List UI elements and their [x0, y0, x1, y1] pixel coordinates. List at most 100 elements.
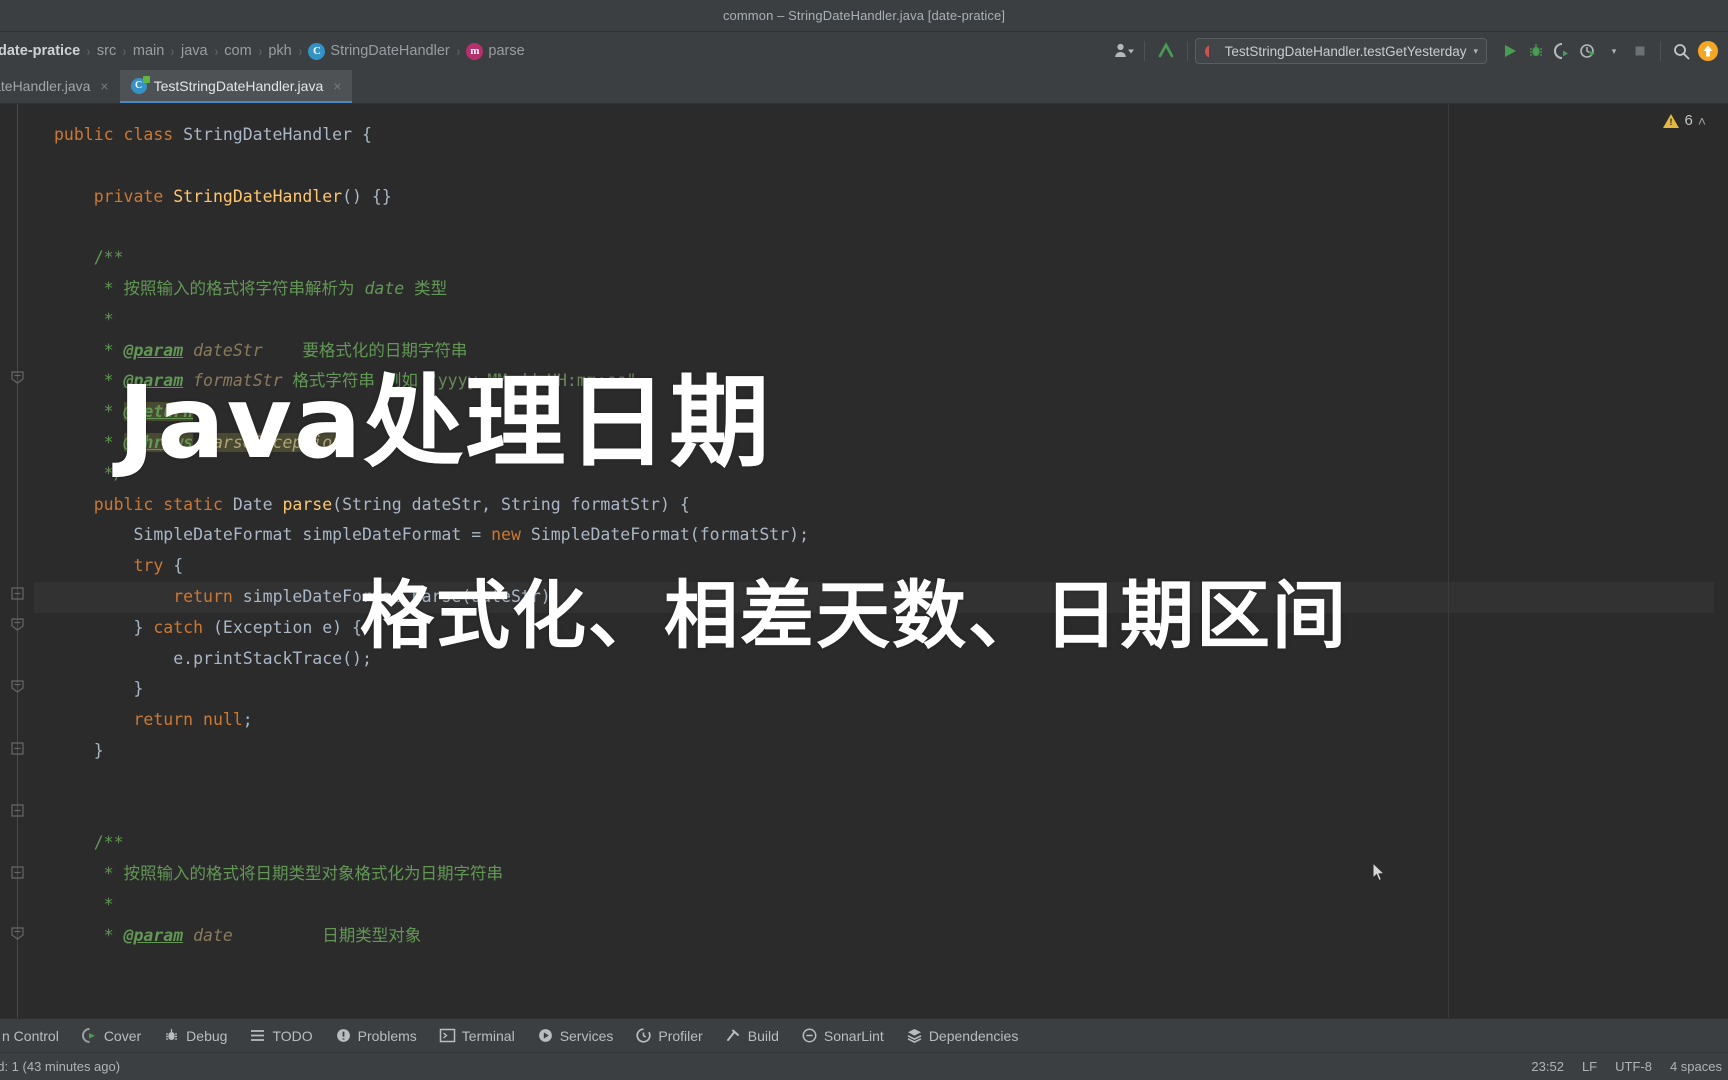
breadcrumb-label: parse	[488, 43, 524, 59]
updates-available-icon[interactable]	[1694, 38, 1722, 64]
chevron-down-icon: ▾	[1473, 46, 1478, 57]
code-line: * 按照输入的格式将日期类型对象格式化为日期字符串	[34, 859, 1728, 890]
fold-marker-icon[interactable]	[10, 586, 25, 601]
class-icon: C	[308, 43, 325, 60]
fold-marker-icon[interactable]	[10, 370, 25, 385]
breadcrumb-item-src[interactable]: src	[91, 43, 122, 59]
code-line: *	[34, 305, 1728, 336]
mouse-cursor-icon	[1372, 862, 1386, 884]
tool-window-problems[interactable]: Problems	[324, 1019, 428, 1052]
code-line: /**	[34, 828, 1728, 859]
breadcrumb-separator: ›	[258, 43, 261, 59]
breadcrumb-item-project[interactable]: date-pratice	[0, 43, 86, 59]
tool-window-label: Terminal	[462, 1028, 515, 1044]
code-line: }	[34, 736, 1728, 767]
breadcrumb-label: date-pratice	[0, 43, 80, 59]
tool-window-version-control[interactable]: n Control	[0, 1019, 70, 1052]
tool-window-profiler[interactable]: Profiler	[624, 1019, 713, 1052]
breadcrumb-item-class[interactable]: C StringDateHandler	[302, 43, 455, 60]
editor-scrollbar[interactable]	[1714, 104, 1728, 1018]
coverage-icon	[81, 1027, 98, 1044]
inspection-widget[interactable]: 6 ˄	[1663, 112, 1706, 129]
code-line: *	[34, 890, 1728, 921]
editor-tab-datehandler[interactable]: DateHandler.java ×	[0, 70, 120, 103]
breadcrumb-item-pkh[interactable]: pkh	[262, 43, 297, 59]
hammer-icon	[725, 1027, 742, 1044]
breadcrumb-label: StringDateHandler	[330, 43, 449, 59]
tool-window-todo[interactable]: TODO	[238, 1019, 323, 1052]
tab-label: TestStringDateHandler.java	[154, 78, 324, 94]
run-with-coverage-button[interactable]	[1549, 38, 1575, 64]
fold-marker-icon[interactable]	[10, 617, 25, 632]
tool-window-dependencies[interactable]: Dependencies	[895, 1019, 1030, 1052]
profile-button[interactable]	[1575, 38, 1601, 64]
code-line	[34, 151, 1728, 182]
code-line: return null;	[34, 705, 1728, 736]
close-icon[interactable]: ×	[100, 78, 108, 94]
vcs-update-icon[interactable]	[1152, 38, 1180, 64]
breadcrumb-item-java[interactable]: java	[175, 43, 214, 59]
breadcrumb-item-main[interactable]: main	[127, 43, 170, 59]
indent-setting[interactable]: 4 spaces	[1670, 1059, 1722, 1074]
tool-window-bar: n Control Cover Debug TODO Problems	[0, 1018, 1728, 1052]
code-line	[34, 212, 1728, 243]
run-button[interactable]	[1497, 38, 1523, 64]
problems-icon	[335, 1027, 352, 1044]
warning-icon	[1663, 114, 1679, 128]
tool-window-terminal[interactable]: Terminal	[428, 1019, 526, 1052]
run-configuration-selector[interactable]: TestStringDateHandler.testGetYesterday ▾	[1195, 38, 1487, 64]
code-line: private StringDateHandler() {}	[34, 182, 1728, 213]
fold-marker-icon[interactable]	[10, 803, 25, 818]
breadcrumb-label: java	[181, 43, 208, 59]
code-text[interactable]: public class StringDateHandler { private…	[34, 104, 1728, 1018]
fold-marker-icon[interactable]	[10, 865, 25, 880]
profile-dropdown-icon[interactable]: ▾	[1601, 38, 1627, 64]
stop-button[interactable]	[1627, 38, 1653, 64]
tool-window-build[interactable]: Build	[714, 1019, 790, 1052]
profiler-icon	[635, 1027, 652, 1044]
window-title: common – StringDateHandler.java [date-pr…	[723, 8, 1005, 23]
editor-tab-teststringdatehandler[interactable]: C TestStringDateHandler.java ×	[120, 70, 353, 103]
user-avatar-icon[interactable]	[1111, 38, 1137, 64]
list-icon	[249, 1027, 266, 1044]
breadcrumb-item-method[interactable]: m parse	[460, 43, 530, 60]
toolbar-divider	[1660, 41, 1661, 61]
search-icon[interactable]	[1668, 38, 1694, 64]
tool-window-debug[interactable]: Debug	[152, 1019, 238, 1052]
close-icon[interactable]: ×	[333, 78, 341, 94]
breadcrumb-item-com[interactable]: com	[218, 43, 257, 59]
breadcrumb-separator: ›	[298, 43, 301, 59]
code-line: /**	[34, 243, 1728, 274]
status-bar: ed: 1 (43 minutes ago) 23:52 LF UTF-8 4 …	[0, 1052, 1728, 1080]
line-separator[interactable]: LF	[1582, 1059, 1597, 1074]
editor-area: public class StringDateHandler { private…	[0, 104, 1728, 1018]
tool-window-services[interactable]: Services	[526, 1019, 625, 1052]
editor-gutter	[0, 104, 34, 1018]
warning-count: 6	[1684, 112, 1692, 129]
tool-window-sonarlint[interactable]: SonarLint	[790, 1019, 895, 1052]
breadcrumb-separator: ›	[456, 43, 459, 59]
status-indicators: 23:52 LF UTF-8 4 spaces	[1531, 1059, 1728, 1074]
fold-marker-icon[interactable]	[10, 679, 25, 694]
dependencies-icon	[906, 1027, 923, 1044]
overlay-subtitle: 格式化、相差天数、日期区间	[360, 577, 1348, 657]
tool-window-label: Profiler	[658, 1028, 702, 1044]
code-line: public static Date parse(String dateStr,…	[34, 490, 1728, 521]
tool-window-label: Problems	[358, 1028, 417, 1044]
file-encoding[interactable]: UTF-8	[1615, 1059, 1652, 1074]
code-line: * 按照输入的格式将字符串解析为 date 类型	[34, 274, 1728, 305]
run-config-icon	[1205, 45, 1218, 58]
tool-window-label: Build	[748, 1028, 779, 1044]
debug-button[interactable]	[1523, 38, 1549, 64]
caret-position[interactable]: 23:52	[1531, 1059, 1564, 1074]
fold-marker-icon[interactable]	[10, 741, 25, 756]
fold-marker-icon[interactable]	[10, 926, 25, 941]
breadcrumb-separator: ›	[214, 43, 217, 59]
code-line: public class StringDateHandler {	[34, 120, 1728, 151]
breadcrumb-separator: ›	[171, 43, 174, 59]
tool-window-cover[interactable]: Cover	[70, 1019, 152, 1052]
tool-window-label: Debug	[186, 1028, 227, 1044]
ide-window: common – StringDateHandler.java [date-pr…	[0, 0, 1728, 1080]
editor-tab-bar: DateHandler.java × C TestStringDateHandl…	[0, 70, 1728, 104]
chevron-up-icon: ˄	[1698, 113, 1706, 129]
